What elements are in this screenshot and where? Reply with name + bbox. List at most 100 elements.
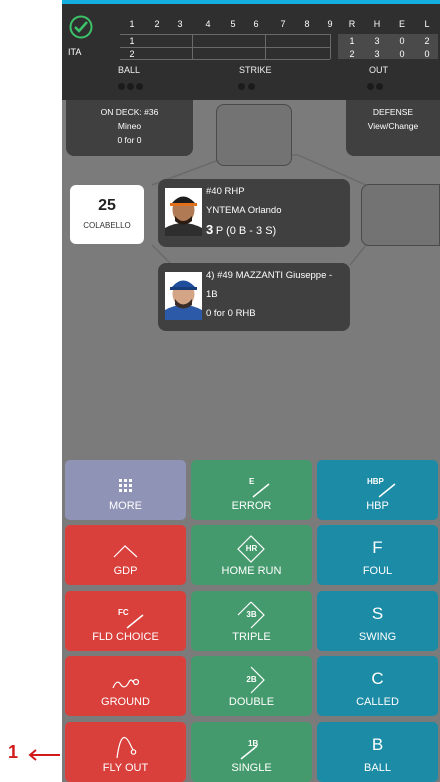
fly-arc-icon (116, 737, 137, 759)
runner-name: COLABELLO (83, 221, 131, 230)
visitor-runs: 1 (349, 36, 355, 46)
pitcher-panel[interactable]: #40 RHP YNTEMA Orlando 3 P (0 B - 3 S) (158, 179, 350, 247)
hbp-symbol: HBP (367, 477, 384, 486)
on-deck-name: Mineo (117, 121, 142, 131)
first-base[interactable] (361, 184, 440, 246)
inning-score-visitor: 1 (129, 36, 135, 46)
swing-symbol: S (371, 604, 384, 623)
batter-position: 1B (206, 289, 218, 300)
grid-divider (330, 34, 331, 59)
annotation-number: 1 (8, 742, 19, 762)
grid-divider (192, 34, 193, 59)
hbp-button[interactable]: HBP HBP (317, 460, 438, 520)
team-logo-icon (69, 15, 93, 39)
inning-header: 7 (280, 19, 286, 29)
error-slash-icon: E (191, 470, 312, 498)
fielders-choice-symbol: FC (118, 608, 129, 617)
third-base-runner-card[interactable]: 25 COLABELLO (70, 185, 144, 244)
fielders-choice-button[interactable]: FC FLD CHOICE (65, 591, 186, 651)
ball-count-label: BALL (118, 65, 141, 75)
inning-header: 6 (253, 19, 259, 29)
fly-out-button-label: FLY OUT (102, 762, 149, 774)
grid-divider (120, 59, 330, 60)
error-symbol: E (249, 477, 255, 486)
out-count-label: OUT (369, 65, 388, 75)
fc-slash-icon: FC (65, 601, 186, 629)
swing-button-label: SWING (358, 631, 397, 643)
inning-header: 1 (129, 19, 135, 29)
double-button-label: DOUBLE (228, 696, 275, 708)
single-button-label: SINGLE (231, 762, 272, 774)
ball-indicator (118, 83, 125, 90)
triple-button[interactable]: 3B TRIPLE (191, 591, 312, 651)
diamond-icon: HR (191, 535, 312, 563)
home-run-symbol: HR (245, 544, 258, 553)
triple-diamond-icon: 3B (191, 601, 312, 629)
triple-symbol: 3B (246, 610, 257, 619)
strike-count-label: STRIKE (239, 65, 272, 75)
scoring-app: ITA 1 2 3 4 5 6 7 8 9 R H E L 1 2 1 3 0 … (62, 0, 440, 782)
pitcher-photo (165, 188, 202, 236)
ball-symbol: B (371, 735, 384, 754)
grid-icon (119, 479, 132, 492)
home-run-button-label: HOME RUN (221, 565, 282, 577)
on-deck-panel[interactable]: ON DECK: #36 Mineo 0 for 0 (66, 100, 193, 156)
double-symbol: 2B (246, 675, 257, 684)
called-symbol: C (371, 669, 384, 688)
gdp-button-label: GDP (113, 565, 138, 577)
inning-score-home: 2 (129, 49, 135, 59)
out-indicator (376, 83, 383, 90)
strike-indicator (248, 83, 255, 90)
annotation-arrow-icon (28, 749, 60, 761)
foul-button[interactable]: F FOUL (317, 525, 438, 585)
single-slash-icon: 1B (191, 732, 312, 760)
more-button[interactable]: MORE (65, 460, 186, 520)
errors-header: E (398, 19, 405, 29)
error-button[interactable]: E ERROR (191, 460, 312, 520)
single-symbol: 1B (248, 739, 259, 748)
fly-out-button[interactable]: FLY OUT (65, 722, 186, 782)
triple-button-label: TRIPLE (232, 631, 271, 643)
defense-view-change-link[interactable]: View/Change (346, 121, 440, 131)
called-button[interactable]: C CALLED (317, 656, 438, 716)
ground-button[interactable]: GROUND (65, 656, 186, 716)
batter-panel[interactable]: 4) #49 MAZZANTI Giuseppe - 1B 0 for 0 RH… (158, 263, 350, 331)
hits-header: H (373, 19, 381, 29)
inning-header: 8 (304, 19, 310, 29)
runs-header: R (348, 19, 356, 29)
annotation-marker: 1 (8, 742, 60, 763)
double-button[interactable]: 2B DOUBLE (191, 656, 312, 716)
grid-divider (265, 34, 266, 59)
out-indicator (367, 83, 374, 90)
foul-letter-icon: F (317, 535, 438, 563)
home-errors: 0 (399, 49, 405, 59)
home-lob: 0 (424, 49, 430, 59)
called-letter-icon: C (317, 666, 438, 694)
inning-header: 3 (177, 19, 183, 29)
visitor-errors: 0 (399, 36, 405, 46)
pitch-count: 3 (206, 222, 214, 237)
hbp-slash-icon: HBP (317, 470, 438, 498)
pitcher-name: YNTEMA Orlando (206, 205, 282, 216)
strike-indicator (238, 83, 245, 90)
runner-number: 25 (98, 197, 116, 214)
ball-button[interactable]: B BALL (317, 722, 438, 782)
team-abbreviation: ITA (68, 47, 82, 57)
home-run-button[interactable]: HR HOME RUN (191, 525, 312, 585)
swing-button[interactable]: S SWING (317, 591, 438, 651)
foul-button-label: FOUL (362, 565, 393, 577)
gdp-button[interactable]: GDP (65, 525, 186, 585)
more-button-label: MORE (109, 500, 142, 512)
home-runs: 2 (349, 49, 355, 59)
visitor-lob: 2 (424, 36, 430, 46)
on-deck-title: ON DECK: #36 (100, 107, 159, 117)
defense-panel[interactable]: DEFENSE View/Change (346, 100, 440, 156)
inning-header: 9 (327, 19, 333, 29)
single-button[interactable]: 1B SINGLE (191, 722, 312, 782)
error-button-label: ERROR (231, 500, 272, 512)
batter-stat: 0 for 0 RHB (206, 308, 256, 319)
second-base[interactable] (216, 104, 292, 166)
ball-letter-icon: B (317, 732, 438, 760)
caret-icon (113, 545, 138, 558)
ground-ball-icon (112, 678, 140, 689)
